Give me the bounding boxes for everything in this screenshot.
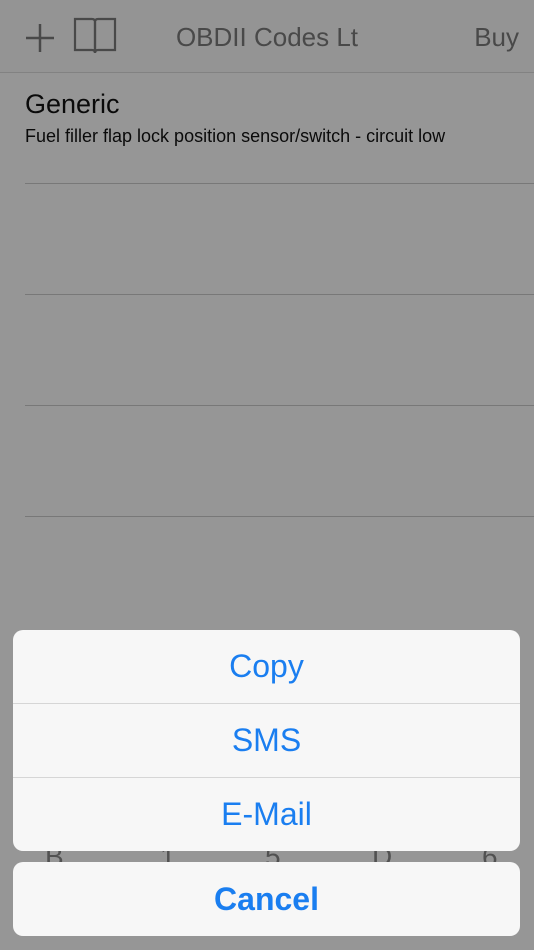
- cancel-button[interactable]: Cancel: [13, 862, 520, 936]
- copy-button[interactable]: Copy: [13, 630, 520, 704]
- action-sheet: Copy SMS E-Mail: [13, 630, 520, 851]
- sms-button[interactable]: SMS: [13, 704, 520, 778]
- cancel-sheet: Cancel: [13, 862, 520, 936]
- email-button[interactable]: E-Mail: [13, 778, 520, 851]
